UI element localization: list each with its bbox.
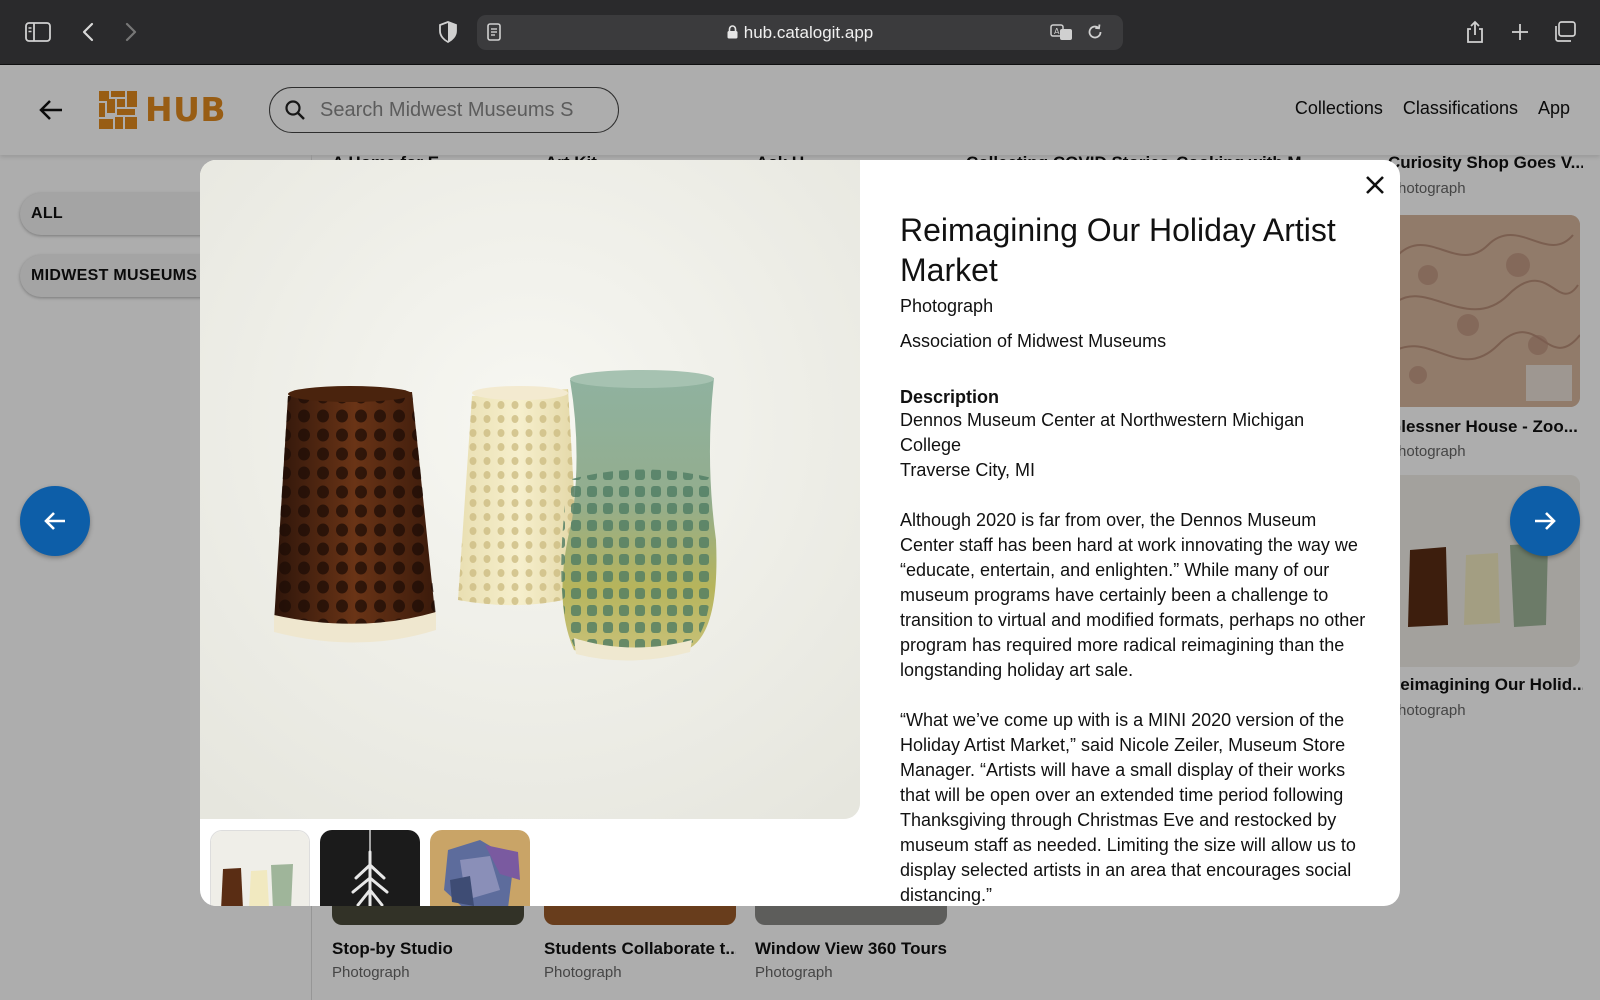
privacy-shield-icon[interactable]	[433, 18, 463, 46]
item-detail-modal: Reimagining Our Holiday Artist Market Ph…	[200, 160, 1400, 906]
url-label: hub.catalogit.app	[743, 23, 874, 42]
lock-icon	[727, 25, 738, 39]
next-item-button[interactable]	[1510, 486, 1580, 556]
address-bar[interactable]: hub.catalogit.app A	[477, 15, 1123, 50]
reload-icon[interactable]	[1080, 18, 1110, 46]
url-text: hub.catalogit.app	[477, 23, 1123, 43]
description-paragraph: “What we’ve come up with is a MINI 2020 …	[900, 710, 1356, 905]
item-title: Reimagining Our Holiday Artist Market	[900, 212, 1336, 288]
main-photo[interactable]	[200, 160, 860, 819]
browser-toolbar: hub.catalogit.app A	[0, 0, 1600, 65]
description-paragraph: Although 2020 is far from over, the Denn…	[900, 510, 1366, 680]
description-label: Description	[900, 387, 1000, 407]
thumbnail-1[interactable]	[210, 830, 310, 906]
arrow-left-icon	[44, 512, 65, 530]
share-icon[interactable]	[1460, 18, 1490, 46]
previous-item-button[interactable]	[20, 486, 90, 556]
item-type: Photograph	[900, 296, 994, 316]
thumbnail-2[interactable]	[320, 830, 420, 906]
arrow-right-icon	[1535, 512, 1556, 530]
svg-text:A: A	[1054, 27, 1060, 36]
thumbnail-3[interactable]	[430, 830, 530, 906]
new-tab-icon[interactable]	[1505, 18, 1535, 46]
browser-forward-icon[interactable]	[116, 18, 146, 46]
sidebar-toggle-icon[interactable]	[23, 18, 53, 46]
description-location: Dennos Museum Center at Northwestern Mic…	[900, 410, 1305, 480]
close-icon[interactable]	[1360, 170, 1390, 200]
browser-back-icon[interactable]	[73, 18, 103, 46]
tab-overview-icon[interactable]	[1550, 18, 1580, 46]
item-organization[interactable]: Association of Midwest Museums	[900, 331, 1370, 352]
translate-icon[interactable]: A	[1047, 18, 1077, 46]
item-info-panel: Reimagining Our Holiday Artist Market Ph…	[900, 210, 1370, 906]
